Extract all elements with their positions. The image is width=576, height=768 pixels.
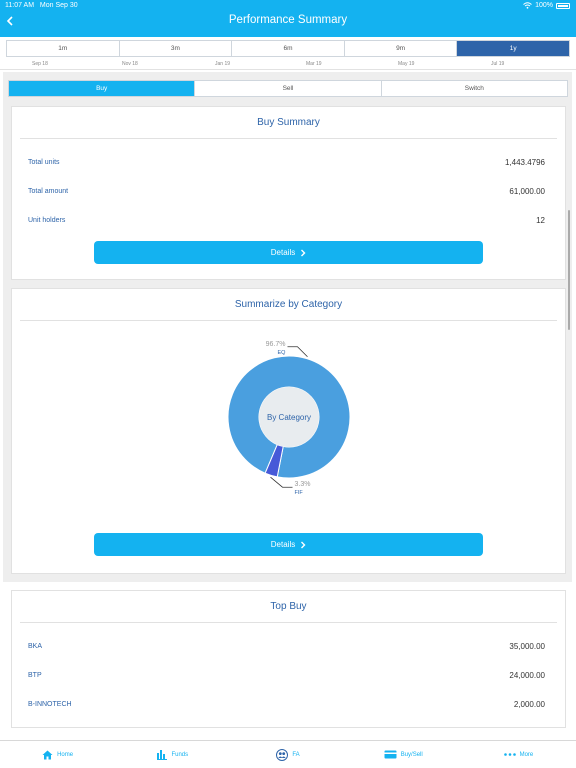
leader-line <box>270 476 293 488</box>
slice-category-label: FIF <box>295 490 304 496</box>
chevron-right-icon <box>301 541 306 548</box>
fund-name: B-INNOTECH <box>28 700 72 708</box>
tab-sell[interactable]: Sell <box>195 81 382 96</box>
more-dots-icon <box>503 753 516 756</box>
tab-switch[interactable]: Switch <box>382 81 567 96</box>
nav-label: Home <box>57 751 74 758</box>
nav-fa[interactable]: FA <box>230 741 345 768</box>
buy-summary-title: Buy Summary <box>20 107 557 139</box>
nav-buy-sell[interactable]: Buy/Sell <box>346 741 461 768</box>
status-time: 11:07 AM Mon Sep 30 <box>5 2 78 9</box>
period-tabs: 1m 3m 6m 9m 1y <box>6 40 570 57</box>
status-right: 100% <box>523 2 570 9</box>
status-date: Mon Sep 30 <box>39 2 78 9</box>
tab-1m[interactable]: 1m <box>7 41 120 56</box>
top-buy-row: BKA 35,000.00 <box>28 639 545 653</box>
fund-name: BTP <box>28 671 42 679</box>
row-label: Unit holders <box>28 216 66 224</box>
buy-summary-details-button[interactable]: Details <box>94 241 483 264</box>
status-clock: 11:07 AM <box>5 2 35 9</box>
fund-name: BKA <box>28 642 43 650</box>
nav-label: FA <box>292 751 300 758</box>
bar-chart-icon <box>157 749 168 760</box>
home-icon <box>42 750 53 760</box>
fund-amount: 24,000.00 <box>509 670 545 680</box>
wifi-icon <box>523 2 532 9</box>
timeline-label: Jul 19 <box>491 61 505 67</box>
transaction-type-tabs: Buy Sell Switch <box>8 80 568 97</box>
buy-summary-card: Buy Summary Total units 1,443.4796 Total… <box>11 106 566 280</box>
tab-9m[interactable]: 9m <box>345 41 458 56</box>
scrollbar[interactable] <box>568 210 570 330</box>
nav-more[interactable]: More <box>461 741 576 768</box>
donut-center-label: By Category <box>267 413 311 422</box>
timeline-label: Jan 19 <box>215 61 231 67</box>
timeline-label: Sep 18 <box>32 61 48 67</box>
nav-label: Buy/Sell <box>400 751 423 758</box>
row-value: 12 <box>536 215 545 225</box>
people-icon <box>276 748 289 761</box>
row-value: 61,000.00 <box>509 186 545 196</box>
top-buy-row: B-INNOTECH 2,000.00 <box>28 697 545 711</box>
category-card: Summarize by Category By Category 96.7% EQ… <box>11 288 566 574</box>
row-value: 1,443.4796 <box>504 157 545 167</box>
timeline-label: May 19 <box>398 61 415 67</box>
timeline-axis: Sep 18 Nov 18 Jan 19 Mar 19 May 19 Jul 1… <box>0 58 576 70</box>
details-label: Details <box>270 248 296 257</box>
summary-row: Total units 1,443.4796 <box>28 155 545 169</box>
card-icon <box>384 750 397 759</box>
navigation-bar: 11:07 AM Mon Sep 30 100% Performance Sum… <box>0 0 576 37</box>
tab-6m[interactable]: 6m <box>232 41 345 56</box>
summary-row: Total amount 61,000.00 <box>28 184 545 198</box>
top-buy-card: Top Buy BKA 35,000.00 BTP 24,000.00 B-IN… <box>11 590 566 728</box>
category-details-button[interactable]: Details <box>94 533 483 556</box>
nav-funds[interactable]: Funds <box>115 741 230 768</box>
top-buy-row: BTP 24,000.00 <box>28 668 545 682</box>
row-label: Total amount <box>28 187 69 195</box>
fund-amount: 2,000.00 <box>513 699 545 709</box>
top-buy-title: Top Buy <box>20 591 557 623</box>
tab-3m[interactable]: 3m <box>120 41 233 56</box>
leader-line <box>287 346 308 358</box>
slice-percent-label: 3.3% <box>295 481 311 488</box>
tab-buy[interactable]: Buy <box>9 81 196 96</box>
battery-percent: 100% <box>535 2 553 9</box>
slice-percent-label: 96.7% <box>266 341 286 348</box>
timeline-label: Nov 18 <box>122 61 138 67</box>
chevron-right-icon <box>301 249 306 256</box>
summary-row: Unit holders 12 <box>28 213 545 227</box>
status-bar: 11:07 AM Mon Sep 30 100% <box>0 0 576 12</box>
nav-label: Funds <box>171 751 189 758</box>
nav-label: More <box>519 751 534 758</box>
slice-category-label: EQ <box>278 350 287 356</box>
row-label: Total units <box>28 158 60 166</box>
fund-amount: 35,000.00 <box>509 641 545 651</box>
tab-1y[interactable]: 1y <box>457 41 569 56</box>
battery-icon <box>556 2 570 9</box>
page-title: Performance Summary <box>228 14 348 26</box>
timeline-label: Mar 19 <box>306 61 322 67</box>
bottom-tab-bar: Home Funds FA Buy/Sell More <box>0 740 576 768</box>
nav-home[interactable]: Home <box>0 741 115 768</box>
details-label: Details <box>270 540 296 549</box>
